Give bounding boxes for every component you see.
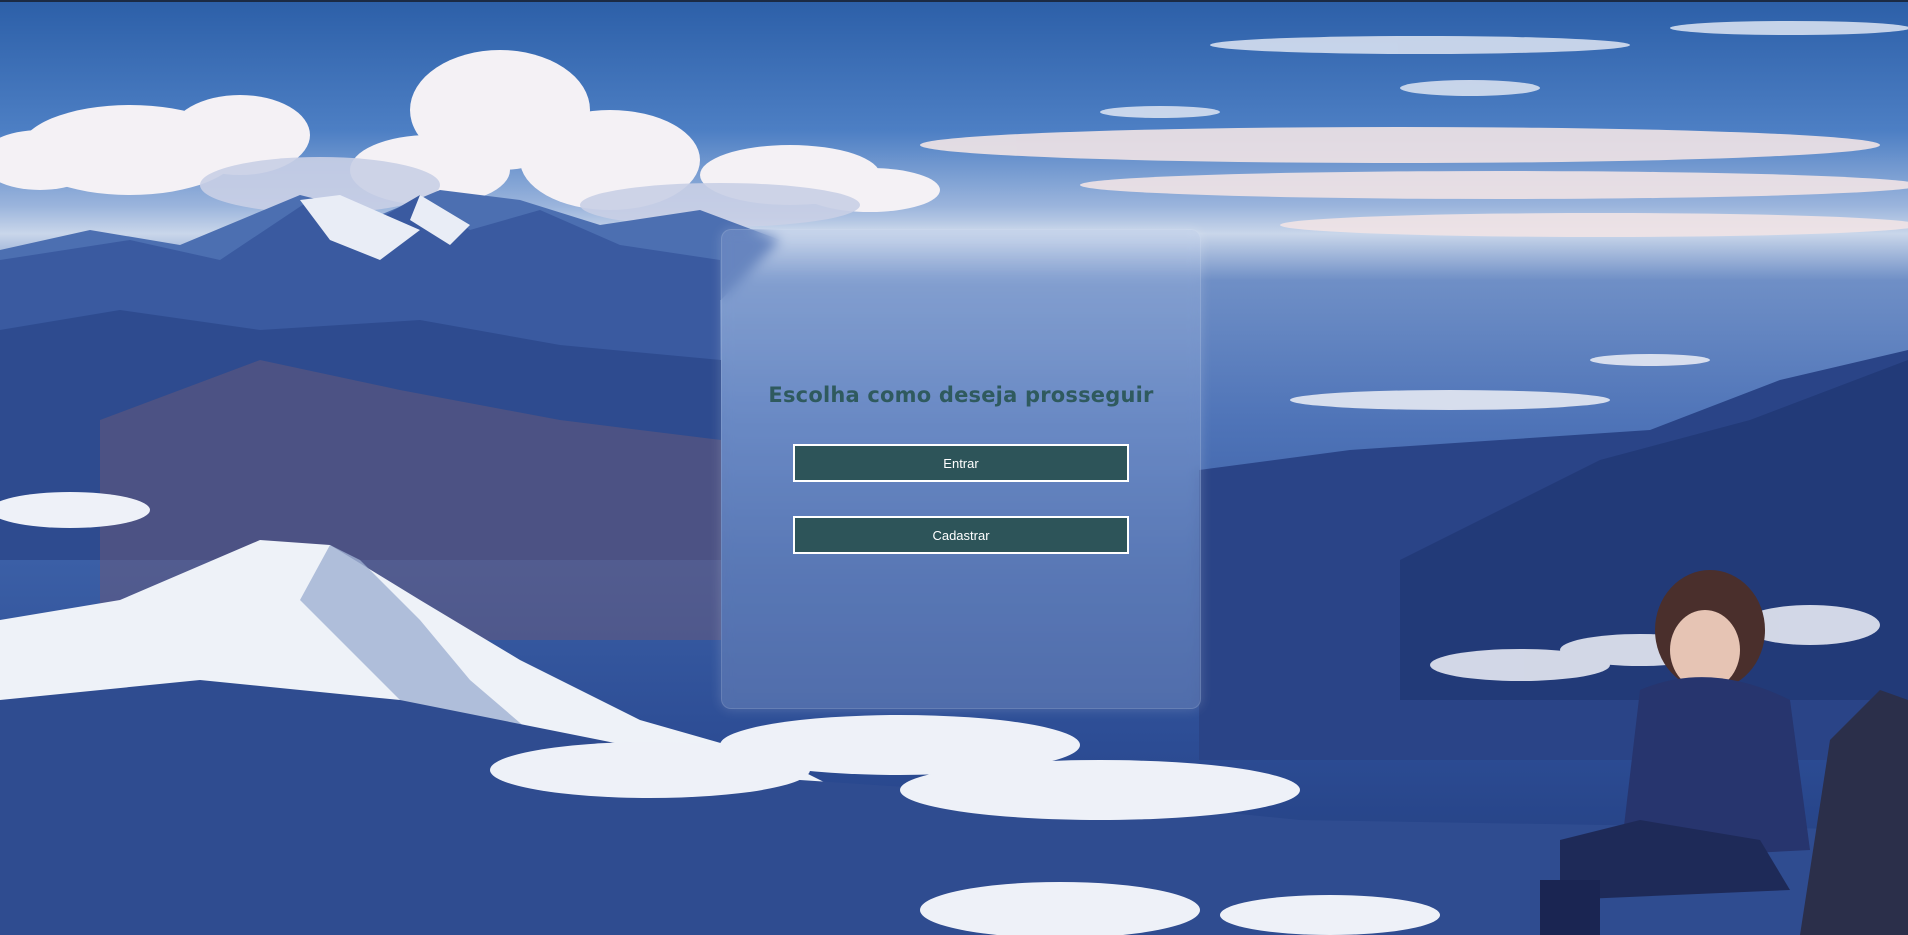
page-title: Escolha como deseja prosseguir (768, 383, 1154, 407)
login-button[interactable]: Entrar (793, 444, 1129, 482)
choice-card: Escolha como deseja prosseguir Entrar Ca… (721, 229, 1201, 709)
register-button[interactable]: Cadastrar (793, 516, 1129, 554)
